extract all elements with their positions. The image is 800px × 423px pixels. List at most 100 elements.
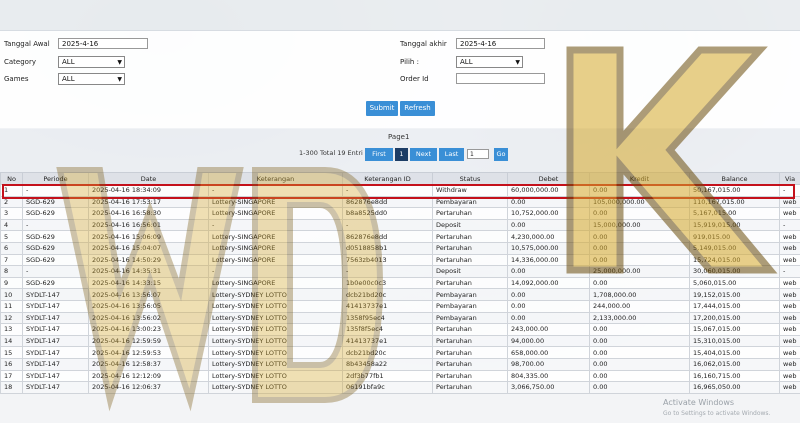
table-cell: 2025-04-16 12:59:59 [88, 334, 209, 348]
table-cell: 2025-04-16 13:56:07 [88, 288, 209, 301]
games-select[interactable]: ALL ▼ [58, 73, 125, 85]
top-banner [0, 0, 800, 30]
go-button[interactable]: Go [494, 148, 508, 161]
table-cell: 25,000,000.00 [589, 265, 690, 278]
table-cell: 10,752,000.00 [507, 207, 590, 220]
table-cell: Pertaruhan [432, 346, 508, 359]
pilih-select[interactable]: ALL ▼ [456, 56, 523, 68]
chevron-down-icon: ▼ [515, 59, 520, 66]
table-cell: 0.00 [589, 323, 690, 336]
page-number-input[interactable]: 1 [467, 149, 489, 159]
refresh-button[interactable]: Refresh [400, 101, 435, 116]
table-cell: web [779, 276, 800, 290]
table-cell: 10 [0, 288, 23, 301]
table-row: 18 SYDLT-147 2025-04-16 12:06:37 Lottery-SY… [0, 381, 800, 394]
table-cell: 18 [0, 381, 23, 394]
current-page-button[interactable]: 1 [395, 148, 408, 161]
table-cell: SYDLT-147 [22, 369, 89, 383]
table-cell: 2025-04-16 13:56:02 [88, 311, 209, 325]
table-cell: 12 [0, 311, 23, 325]
table-cell: 2025-04-16 12:06:37 [88, 381, 209, 394]
table-row: 9 SGD-629 2025-04-16 14:33:15 Lottery-SINGA… [0, 276, 800, 290]
table-cell: Lottery-SYDNEY LOTTO [208, 311, 343, 325]
tanggal-awal-label: Tanggal Awal [4, 40, 50, 48]
table-cell: 8 [0, 265, 23, 278]
table-cell: 15,000,000.00 [589, 218, 690, 232]
tanggal-awal-input[interactable]: 2025-4-16 [58, 38, 148, 49]
table-cell[interactable]: 2df3b77fb1 [342, 369, 433, 383]
table-cell: 4 [0, 218, 23, 232]
table-cell: Pertaruhan [432, 276, 508, 290]
table-cell: 2025-04-16 16:56:01 [88, 218, 209, 232]
table-cell[interactable]: 41413737e1 [342, 334, 433, 348]
order-id-input[interactable] [456, 73, 545, 84]
table-cell[interactable]: 7563zb4013 [342, 253, 433, 267]
table-cell: web [779, 381, 800, 394]
tanggal-akhir-input[interactable]: 2025-4-16 [456, 38, 545, 49]
table-cell: Lottery-SYDNEY LOTTO [208, 334, 343, 348]
table-cell: Pembayaran [432, 311, 508, 325]
table-cell: 2025-04-16 12:12:09 [88, 369, 209, 383]
submit-button[interactable]: Submit [366, 101, 398, 116]
table-cell: - [342, 265, 433, 278]
table-cell: Deposit [432, 218, 508, 232]
table-row: 14 SYDLT-147 2025-04-16 12:59:59 Lottery-SY… [0, 334, 800, 348]
table-cell: - [779, 265, 800, 278]
table-cell: Pertaruhan [432, 369, 508, 383]
table-cell[interactable]: d0518858b1 [342, 241, 433, 255]
table-cell[interactable]: dcb21bd20c [342, 346, 433, 359]
first-page-button[interactable]: First [365, 148, 393, 161]
table-cell: 0.00 [589, 334, 690, 348]
table-cell: 0.00 [507, 311, 590, 325]
table-row: 6 SGD-629 2025-04-16 15:04:07 Lottery-SINGA… [0, 241, 800, 255]
table-cell: Lottery-SINGAPORE [208, 207, 343, 220]
table-cell[interactable]: dcb21bd20c [342, 288, 433, 301]
table-cell: 16,965,050.00 [689, 381, 780, 394]
table-cell[interactable]: 41413737e1 [342, 299, 433, 313]
table-cell: SYDLT-147 [22, 381, 89, 394]
table-cell: web [779, 346, 800, 359]
table-cell[interactable]: 135f8f5ec4 [342, 323, 433, 336]
total-entries: 1-300 Total 19 Entri [299, 149, 363, 157]
table-cell: 658,000.00 [507, 346, 590, 359]
table-cell: Lottery-SYDNEY LOTTO [208, 381, 343, 394]
last-page-button[interactable]: Last [439, 148, 464, 161]
table-cell: SYDLT-147 [22, 299, 89, 313]
table-cell: 6 [0, 241, 23, 255]
table-cell: 15,404,015.00 [689, 346, 780, 359]
table-cell: 0.00 [507, 299, 590, 313]
category-label: Category [4, 58, 36, 66]
table-cell: 0.00 [589, 207, 690, 220]
order-id-label: Order Id [400, 75, 429, 83]
table-cell: - [342, 218, 433, 232]
highlight-box [2, 184, 795, 199]
table-cell: Pertaruhan [432, 381, 508, 394]
table-row: 10 SYDLT-147 2025-04-16 13:56:07 Lottery-SY… [0, 288, 800, 301]
table-cell: Pertaruhan [432, 241, 508, 255]
table-cell[interactable]: 1b0e00c0c3 [342, 276, 433, 290]
table-cell: 17,444,015.00 [689, 299, 780, 313]
table-row: 7 SGD-629 2025-04-16 14:50:29 Lottery-SINGA… [0, 253, 800, 267]
table-cell[interactable]: 8b43458a22 [342, 357, 433, 371]
table-cell: SYDLT-147 [22, 357, 89, 371]
category-select[interactable]: ALL ▼ [58, 56, 125, 68]
table-cell: web [779, 230, 800, 243]
table-cell: Lottery-SYDNEY LOTTO [208, 346, 343, 359]
table-cell: Lottery-SYDNEY LOTTO [208, 323, 343, 336]
table-cell: 2025-04-16 12:58:37 [88, 357, 209, 371]
table-cell: 15,310,015.00 [689, 334, 780, 348]
table-cell[interactable]: 06191bfa9c [342, 381, 433, 394]
games-label: Games [4, 75, 29, 83]
pagination-bar: Page1 1-300 Total 19 Entri First 1 Next … [0, 128, 800, 172]
table-cell: SYDLT-147 [22, 288, 89, 301]
table-cell: 14,336,000.00 [507, 253, 590, 267]
table-cell: 2025-04-16 13:56:05 [88, 299, 209, 313]
table-cell: SYDLT-147 [22, 311, 89, 325]
table-cell: SGD-629 [22, 207, 89, 220]
table-cell[interactable]: 862876e8dd [342, 230, 433, 243]
next-page-button[interactable]: Next [410, 148, 437, 161]
table-cell[interactable]: b8a8525dd0 [342, 207, 433, 220]
column-header: Status [432, 172, 508, 185]
table-cell[interactable]: 1358f95ec4 [342, 311, 433, 325]
table-cell: 244,000.00 [589, 299, 690, 313]
